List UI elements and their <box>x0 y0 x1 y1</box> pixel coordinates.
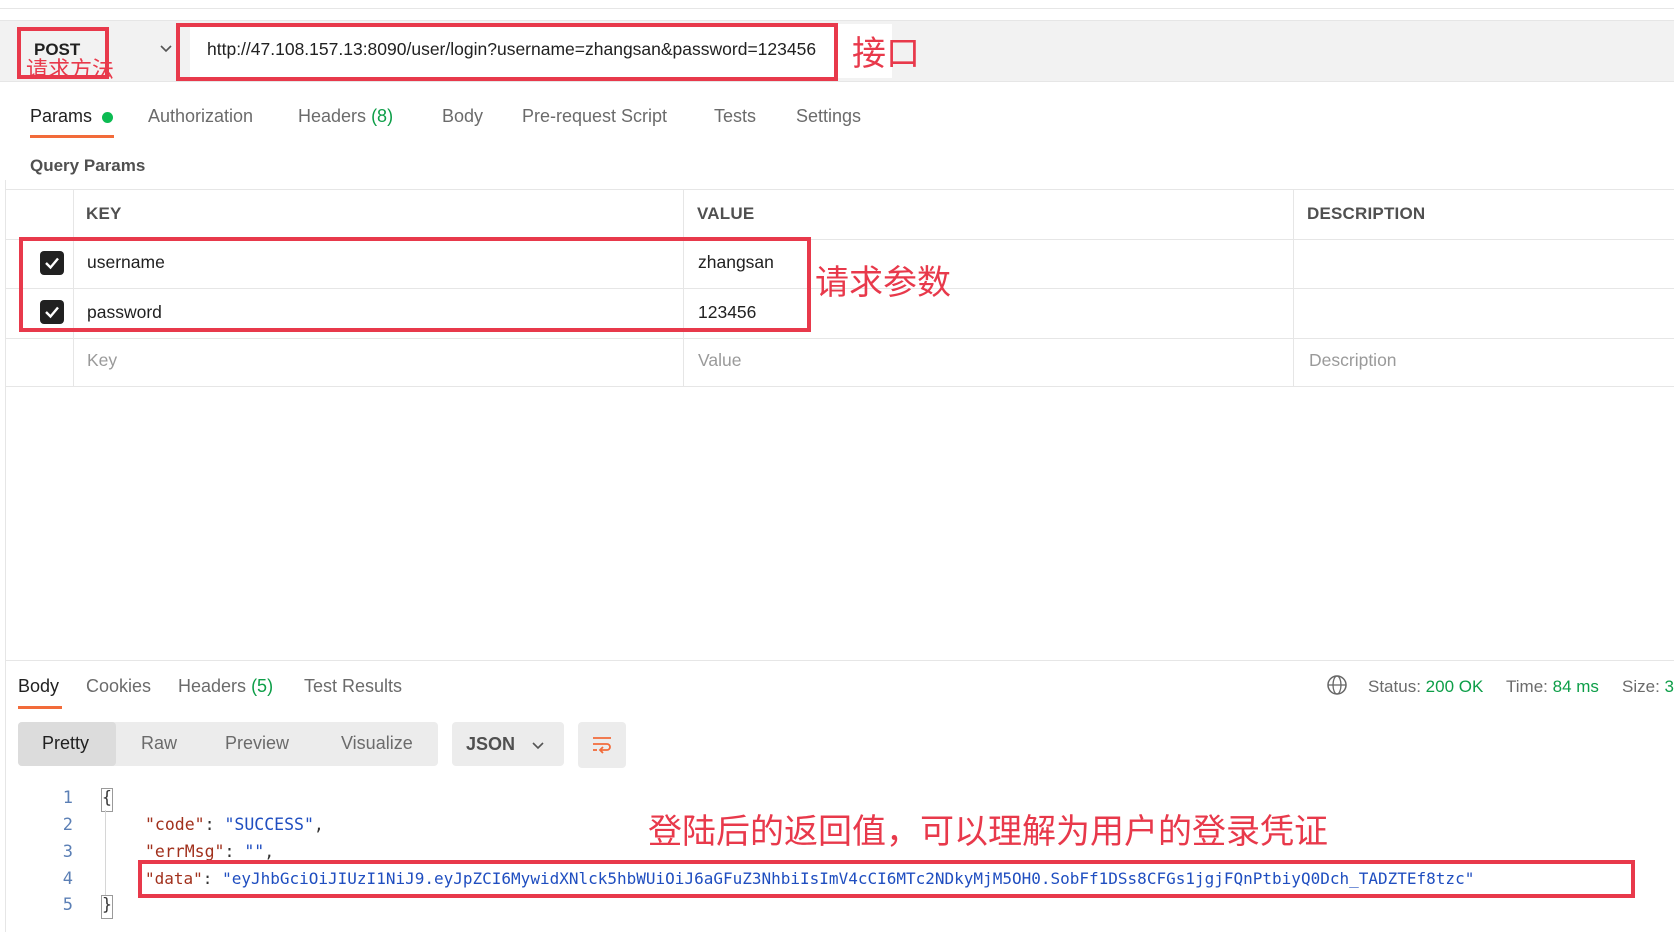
tab-headers-count: (8) <box>371 106 394 126</box>
tab-authorization[interactable]: Authorization <box>148 106 253 127</box>
query-params-title: Query Params <box>30 156 146 175</box>
code-line-errmsg[interactable]: "errMsg": "", <box>145 842 274 861</box>
table-bottom-border <box>6 386 1674 387</box>
chevron-down-icon[interactable] <box>530 737 546 753</box>
wrap-lines-button[interactable] <box>578 722 626 768</box>
tab-params[interactable]: Params <box>30 106 92 127</box>
view-pretty[interactable]: Pretty <box>42 733 89 754</box>
active-response-tab-indicator <box>18 706 62 709</box>
table-row-border <box>6 338 1674 339</box>
column-divider <box>1293 189 1294 387</box>
code-line-code[interactable]: "code": "SUCCESS", <box>145 815 324 834</box>
params-annotation: 请求参数 <box>815 263 951 303</box>
view-preview[interactable]: Preview <box>225 733 289 754</box>
pane-border <box>5 180 6 932</box>
line-number: 2 <box>62 815 73 835</box>
tab-body[interactable]: Body <box>442 106 483 127</box>
status-label: Status: <box>1368 677 1421 696</box>
table-top-border <box>6 189 1674 190</box>
response-time: Time: 84 ms <box>1506 677 1599 697</box>
tab-headers-label: Headers <box>298 106 367 126</box>
line-number: 4 <box>62 869 73 889</box>
top-divider <box>0 8 1674 9</box>
status-value: 200 OK <box>1425 677 1484 696</box>
response-tab-test-results[interactable]: Test Results <box>304 676 402 697</box>
time-label: Time: <box>1506 677 1548 696</box>
params-highlight-box <box>19 237 811 332</box>
response-tab-headers[interactable]: Headers (5) <box>178 676 273 697</box>
response-tab-body[interactable]: Body <box>18 676 59 697</box>
time-value: 84 ms <box>1552 677 1599 696</box>
response-tab-cookies[interactable]: Cookies <box>86 676 151 697</box>
url-highlight-box <box>176 23 838 81</box>
active-tab-indicator <box>30 135 114 138</box>
size-label: Size: <box>1622 677 1660 696</box>
json-value: "" <box>244 842 265 861</box>
response-tab-headers-count: (5) <box>251 676 274 696</box>
tab-tests[interactable]: Tests <box>714 106 756 127</box>
json-key: "code" <box>145 815 205 834</box>
indent-guide <box>105 810 106 895</box>
column-header-description: DESCRIPTION <box>1307 204 1426 223</box>
line-number: 5 <box>62 895 73 915</box>
size-value: 3 <box>1664 677 1674 696</box>
tab-pre-request-script[interactable]: Pre-request Script <box>522 106 667 127</box>
new-value-placeholder[interactable]: Value <box>698 350 741 371</box>
open-brace: { <box>102 788 112 807</box>
json-key: "errMsg" <box>145 842 225 861</box>
response-annotation: 登陆后的返回值，可以理解为用户的登录凭证 <box>648 812 1328 852</box>
tab-settings[interactable]: Settings <box>796 106 861 127</box>
new-description-placeholder[interactable]: Description <box>1309 350 1397 371</box>
params-status-dot <box>102 112 113 123</box>
format-label[interactable]: JSON <box>466 734 515 755</box>
column-header-value: VALUE <box>697 204 755 223</box>
tab-headers[interactable]: Headers (8) <box>298 106 393 127</box>
response-divider[interactable] <box>6 660 1674 661</box>
json-value: "SUCCESS" <box>224 815 314 834</box>
line-number: 3 <box>62 842 73 862</box>
line-number: 1 <box>62 788 73 808</box>
close-brace: } <box>102 895 112 914</box>
token-highlight-box <box>138 860 1635 898</box>
view-raw[interactable]: Raw <box>141 733 177 754</box>
chevron-down-icon[interactable] <box>158 40 174 56</box>
wrap-lines-icon <box>593 737 611 754</box>
response-status: Status: 200 OK <box>1368 677 1483 697</box>
response-size: Size: 3 <box>1622 677 1674 697</box>
column-header-key: KEY <box>86 204 122 223</box>
globe-icon[interactable] <box>1326 674 1348 696</box>
new-key-placeholder[interactable]: Key <box>87 350 117 371</box>
method-annotation: 请求方法 <box>26 58 115 83</box>
view-visualize[interactable]: Visualize <box>341 733 413 754</box>
response-tab-headers-label: Headers <box>178 676 247 696</box>
endpoint-annotation: 接口 <box>852 34 920 74</box>
